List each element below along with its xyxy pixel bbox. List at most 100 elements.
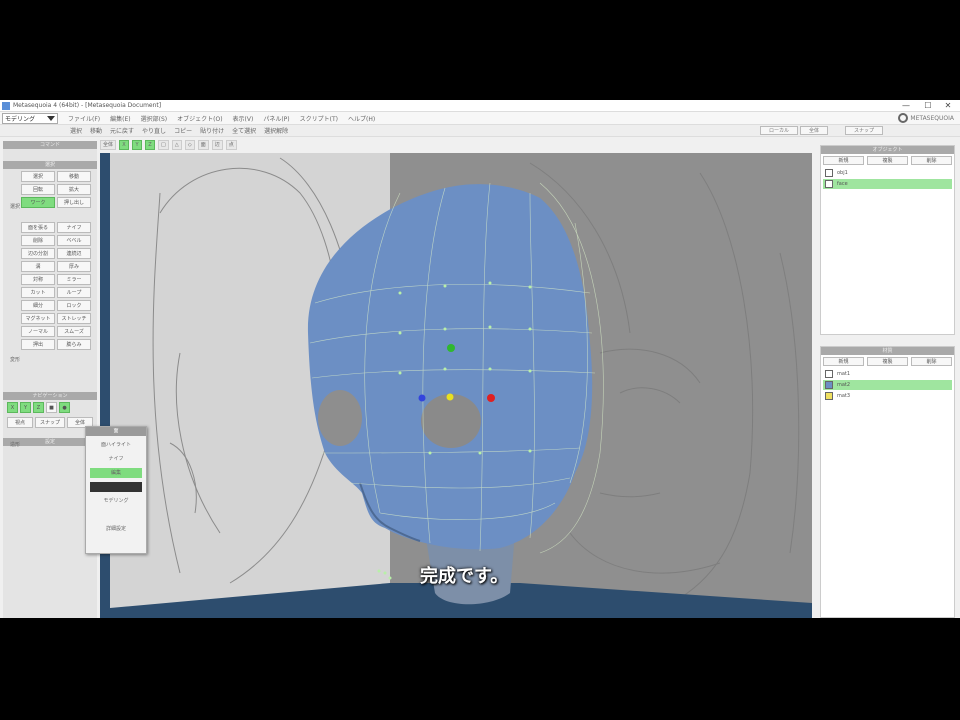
manipulator-y-handle[interactable] bbox=[447, 344, 455, 352]
nav-snap-button[interactable]: スナップ bbox=[35, 417, 65, 428]
metasequoia-window: Metasequoia 4 (64bit) - [Metasequoia Doc… bbox=[0, 100, 960, 618]
push-button[interactable]: 押出 bbox=[21, 339, 55, 350]
material-duplicate-button[interactable]: 複製 bbox=[867, 357, 908, 366]
toolbar-move[interactable]: 移動 bbox=[90, 126, 102, 135]
side-label-transform: 変形 bbox=[10, 357, 21, 363]
letterbox-bottom bbox=[0, 618, 960, 720]
3d-viewport[interactable] bbox=[100, 153, 812, 618]
object-visible-icon[interactable] bbox=[825, 169, 833, 177]
face-mode-button[interactable]: 面 bbox=[197, 140, 209, 150]
scale-button[interactable]: 拡大 bbox=[57, 184, 91, 195]
object-name: obj1 bbox=[837, 170, 848, 176]
menu-object[interactable]: オブジェクト(O) bbox=[177, 114, 222, 123]
toolbar-undo[interactable]: 元に戻す bbox=[110, 126, 134, 135]
make-face-button[interactable]: 面を張る bbox=[21, 222, 55, 233]
object-new-button[interactable]: 新規 bbox=[823, 156, 864, 165]
object-delete-button[interactable]: 削除 bbox=[911, 156, 952, 165]
smooth-button[interactable]: スムーズ bbox=[57, 326, 91, 337]
object-list-item[interactable]: face bbox=[823, 179, 952, 189]
popup-modeling[interactable]: モデリング bbox=[90, 496, 142, 506]
app-icon bbox=[2, 101, 10, 110]
popup-face-highlight[interactable]: 面ハイライト bbox=[90, 440, 142, 450]
object-duplicate-button[interactable]: 複製 bbox=[867, 156, 908, 165]
bulge-button[interactable]: 膨らみ bbox=[57, 339, 91, 350]
diamond-tool-button[interactable]: ◇ bbox=[184, 140, 195, 150]
bevel-button[interactable]: ベベル bbox=[57, 235, 91, 246]
global-button[interactable]: 全体 bbox=[800, 126, 829, 135]
cut-button[interactable]: カット bbox=[21, 287, 55, 298]
object-visible-icon[interactable] bbox=[825, 180, 833, 188]
vertex-mode-button[interactable]: 点 bbox=[225, 140, 237, 150]
manipulator-center-handle[interactable] bbox=[446, 393, 454, 401]
menu-panel[interactable]: パネル(P) bbox=[263, 114, 289, 123]
mirror-button[interactable]: ミラー bbox=[57, 274, 91, 285]
delete-button[interactable]: 削除 bbox=[21, 235, 55, 246]
material-delete-button[interactable]: 削除 bbox=[911, 357, 952, 366]
menu-file[interactable]: ファイル(F) bbox=[68, 114, 100, 123]
select-button[interactable]: 選択 bbox=[21, 171, 55, 182]
nav-x-button[interactable]: X bbox=[7, 402, 18, 413]
popup-value-field[interactable] bbox=[90, 482, 142, 492]
axis-y-button[interactable]: Y bbox=[132, 140, 143, 150]
magnet-button[interactable]: マグネット bbox=[21, 313, 55, 324]
nav-y-button[interactable]: Y bbox=[20, 402, 31, 413]
toolbar-select[interactable]: 選択 bbox=[70, 126, 82, 135]
menu-select[interactable]: 選択部(S) bbox=[141, 114, 168, 123]
material-list-item[interactable]: mat2 bbox=[823, 380, 952, 390]
object-panel-buttons: 新規 複製 削除 bbox=[821, 154, 954, 167]
axis-z-button[interactable]: Z bbox=[145, 140, 156, 150]
edge-split-button[interactable]: 辺の分割 bbox=[21, 248, 55, 259]
snap-button[interactable]: スナップ bbox=[845, 126, 884, 135]
close-button[interactable]: ✕ bbox=[938, 100, 958, 112]
material-new-button[interactable]: 新規 bbox=[823, 357, 864, 366]
viewport-scene bbox=[100, 153, 812, 618]
mode-select[interactable]: モデリング bbox=[2, 112, 58, 124]
thickness-button[interactable]: 厚み bbox=[57, 261, 91, 272]
square-tool-button[interactable]: □ bbox=[158, 140, 169, 150]
axis-x-button[interactable]: X bbox=[119, 140, 130, 150]
maximize-button[interactable]: ☐ bbox=[918, 100, 938, 112]
material-list-item[interactable]: mat3 bbox=[823, 391, 952, 401]
move-button[interactable]: 移動 bbox=[57, 171, 91, 182]
popup-advanced[interactable]: 詳細設定 bbox=[90, 524, 142, 534]
lock-button[interactable]: ロック bbox=[57, 300, 91, 311]
local-button[interactable]: ローカル bbox=[760, 126, 799, 135]
nav-z-button[interactable]: Z bbox=[33, 402, 44, 413]
face-popup-panel: 面 面ハイライト ナイフ 編集 モデリング 詳細設定 bbox=[85, 426, 147, 554]
subdivide-button[interactable]: 細分 bbox=[21, 300, 55, 311]
navigation-header: ナビゲーション bbox=[3, 392, 97, 400]
viewpoint-button[interactable]: 視点 bbox=[7, 417, 33, 428]
nav-circle-button[interactable]: ● bbox=[59, 402, 70, 413]
menu-view[interactable]: 表示(V) bbox=[233, 114, 254, 123]
groove-button[interactable]: 溝 bbox=[21, 261, 55, 272]
popup-knife[interactable]: ナイフ bbox=[90, 454, 142, 464]
menu-script[interactable]: スクリプト(T) bbox=[300, 114, 338, 123]
edge-mode-button[interactable]: 辺 bbox=[211, 140, 223, 150]
view-all-button[interactable]: 全体 bbox=[100, 140, 117, 150]
menu-edit[interactable]: 編集(E) bbox=[110, 114, 130, 123]
work-button[interactable]: ワーク bbox=[21, 197, 55, 208]
triangle-tool-button[interactable]: △ bbox=[171, 140, 182, 150]
stretch-button[interactable]: ストレッチ bbox=[57, 313, 91, 324]
toolbar-redo[interactable]: やり直し bbox=[142, 126, 166, 135]
symmetry-button[interactable]: 対称 bbox=[21, 274, 55, 285]
loop-button[interactable]: ループ bbox=[57, 287, 91, 298]
chevron-down-icon bbox=[47, 115, 55, 121]
normal-button[interactable]: ノーマル bbox=[21, 326, 55, 337]
menu-help[interactable]: ヘルプ(H) bbox=[348, 114, 375, 123]
manipulator-x-handle[interactable] bbox=[487, 394, 495, 402]
knife-button[interactable]: ナイフ bbox=[57, 222, 91, 233]
toolbar-deselect[interactable]: 選択解除 bbox=[264, 126, 288, 135]
object-list-item[interactable]: obj1 bbox=[823, 168, 952, 178]
rotate-button[interactable]: 回転 bbox=[21, 184, 55, 195]
toolbar-copy[interactable]: コピー bbox=[174, 126, 192, 135]
minimize-button[interactable]: — bbox=[896, 100, 916, 112]
manipulator-z-handle[interactable] bbox=[418, 394, 426, 402]
extrude-button[interactable]: 押し出し bbox=[57, 197, 91, 208]
edge-loop-button[interactable]: 連続辺 bbox=[57, 248, 91, 259]
popup-edit[interactable]: 編集 bbox=[90, 468, 142, 478]
nav-square-button[interactable]: ■ bbox=[46, 402, 57, 413]
toolbar-select-all[interactable]: 全て選択 bbox=[232, 126, 256, 135]
material-list-item[interactable]: mat1 bbox=[823, 369, 952, 379]
toolbar-paste[interactable]: 貼り付け bbox=[200, 126, 224, 135]
